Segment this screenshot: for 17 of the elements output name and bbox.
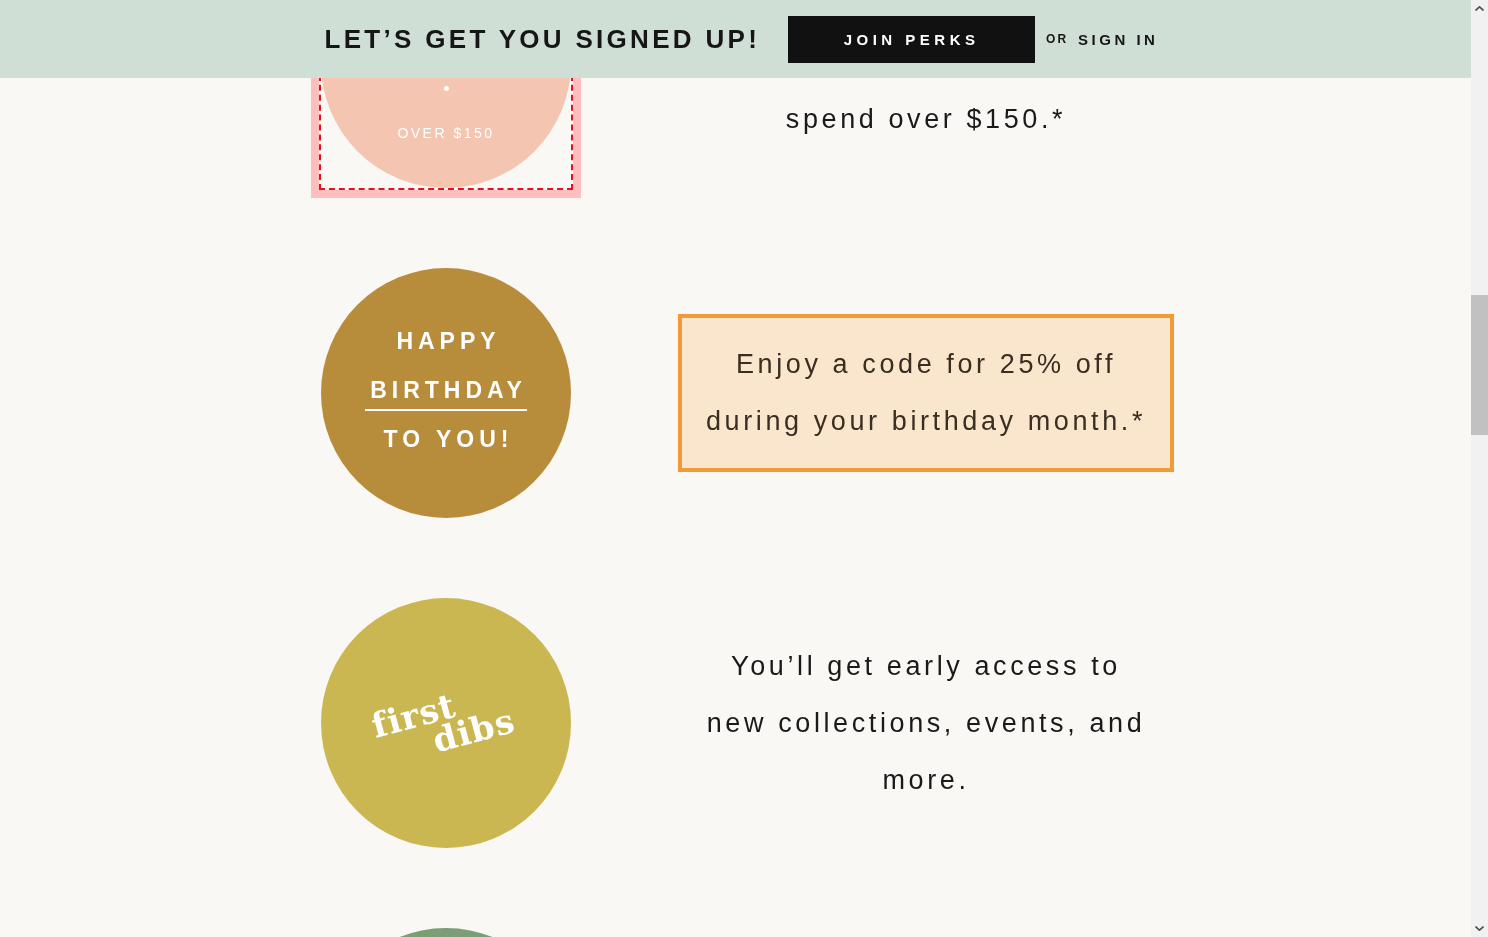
badge-text: TO YOU! — [382, 425, 514, 454]
join-perks-button[interactable]: JOIN PERKS — [788, 15, 1036, 63]
scroll-up-icon[interactable] — [1475, 6, 1484, 11]
badge-text: HAPPY — [395, 327, 501, 356]
scrollbar-thumb[interactable] — [1471, 295, 1488, 435]
dot-icon — [443, 86, 449, 91]
or-label: OR — [1046, 32, 1069, 46]
badge-script-text: first dibs — [368, 684, 518, 763]
underlined-badge-text: BIRTHDAY — [365, 375, 527, 411]
badge-caption: OVER $150 — [397, 124, 495, 142]
banner-title: LET’S GET YOU SIGNED UP! — [324, 23, 761, 55]
sign-in-link[interactable]: SIGN IN — [1078, 30, 1159, 48]
scrollbar[interactable] — [1471, 0, 1488, 937]
perk-description: Enjoy a code for 25% off during your birthday month.* — [706, 348, 1146, 438]
perk-description: You’ll get early access to new collections, events, and more. — [706, 649, 1146, 797]
perk-description: spend over $150.* — [785, 103, 1067, 136]
scroll-down-icon[interactable] — [1475, 926, 1484, 931]
